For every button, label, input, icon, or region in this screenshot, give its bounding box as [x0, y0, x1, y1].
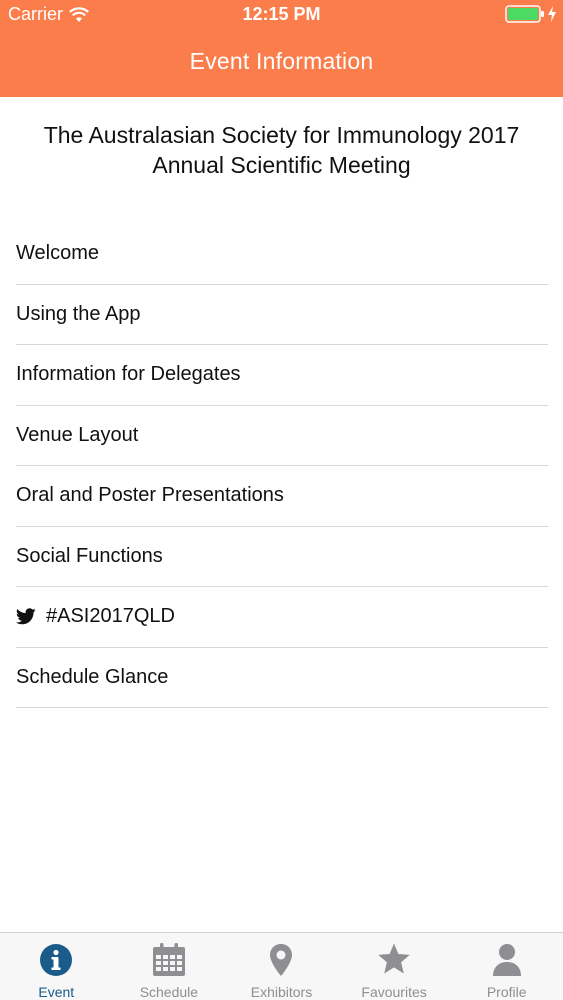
- info-icon: [40, 944, 73, 976]
- calendar-icon: [152, 943, 185, 976]
- map-pin-icon: [270, 944, 293, 976]
- tab-label: Schedule: [139, 984, 199, 1000]
- event-title: The Australasian Society for Immunology …: [10, 120, 553, 180]
- star-icon: [378, 943, 410, 974]
- tab-exhibitors[interactable]: Exhibitors: [225, 933, 338, 1000]
- header: Carrier 12:15 PM Event Information: [0, 0, 563, 97]
- list-item-twitter-hashtag[interactable]: #ASI2017QLD: [16, 587, 548, 648]
- list-item-using-the-app[interactable]: Using the App: [16, 285, 548, 345]
- list-item-venue-layout[interactable]: Venue Layout: [16, 406, 548, 466]
- tab-label: Event: [38, 984, 75, 1000]
- charging-bolt-icon: [548, 6, 556, 22]
- list-item-label: Welcome: [16, 242, 99, 265]
- tab-event[interactable]: Event: [0, 933, 113, 1000]
- battery-icon: [505, 5, 544, 23]
- tab-label: Profile: [486, 984, 527, 1000]
- tab-bar: Event Schedule Exhibitors Favourites Pro…: [0, 932, 563, 1000]
- tab-schedule[interactable]: Schedule: [113, 933, 226, 1000]
- list-item-label: Oral and Poster Presentations: [16, 484, 284, 507]
- event-title-line-1: The Australasian Society for Immunology …: [43, 122, 520, 148]
- list-item-welcome[interactable]: Welcome: [16, 224, 548, 285]
- app-screen: Carrier 12:15 PM Event Information The A…: [0, 0, 563, 1000]
- list-item-label: Venue Layout: [16, 423, 139, 446]
- list-item-label: Schedule Glance: [16, 665, 169, 688]
- status-time: 12:15 PM: [242, 4, 321, 24]
- tab-profile[interactable]: Profile: [450, 933, 563, 1000]
- status-bar: Carrier 12:15 PM: [0, 0, 563, 30]
- list-item-social-functions[interactable]: Social Functions: [16, 527, 548, 587]
- list-item-oral-poster-presentations[interactable]: Oral and Poster Presentations: [16, 466, 548, 527]
- person-icon: [492, 944, 521, 976]
- list-item-information-for-delegates[interactable]: Information for Delegates: [16, 345, 548, 406]
- twitter-icon: [16, 608, 36, 625]
- list-item-label: Information for Delegates: [16, 363, 241, 386]
- tab-label: Favourites: [361, 984, 427, 1000]
- list-item-label: Using the App: [16, 302, 141, 325]
- list-item-label: Social Functions: [16, 544, 163, 567]
- battery-group: [505, 5, 557, 23]
- event-info-list: Welcome Using the App Information for De…: [16, 224, 548, 708]
- list-item-label: #ASI2017QLD: [46, 605, 175, 628]
- list-item-schedule-glance[interactable]: Schedule Glance: [16, 648, 548, 708]
- tab-favourites[interactable]: Favourites: [338, 933, 451, 1000]
- tab-label: Exhibitors: [250, 984, 313, 1000]
- event-title-line-2: Annual Scientific Meeting: [152, 152, 411, 178]
- nav-title: Event Information: [189, 48, 374, 74]
